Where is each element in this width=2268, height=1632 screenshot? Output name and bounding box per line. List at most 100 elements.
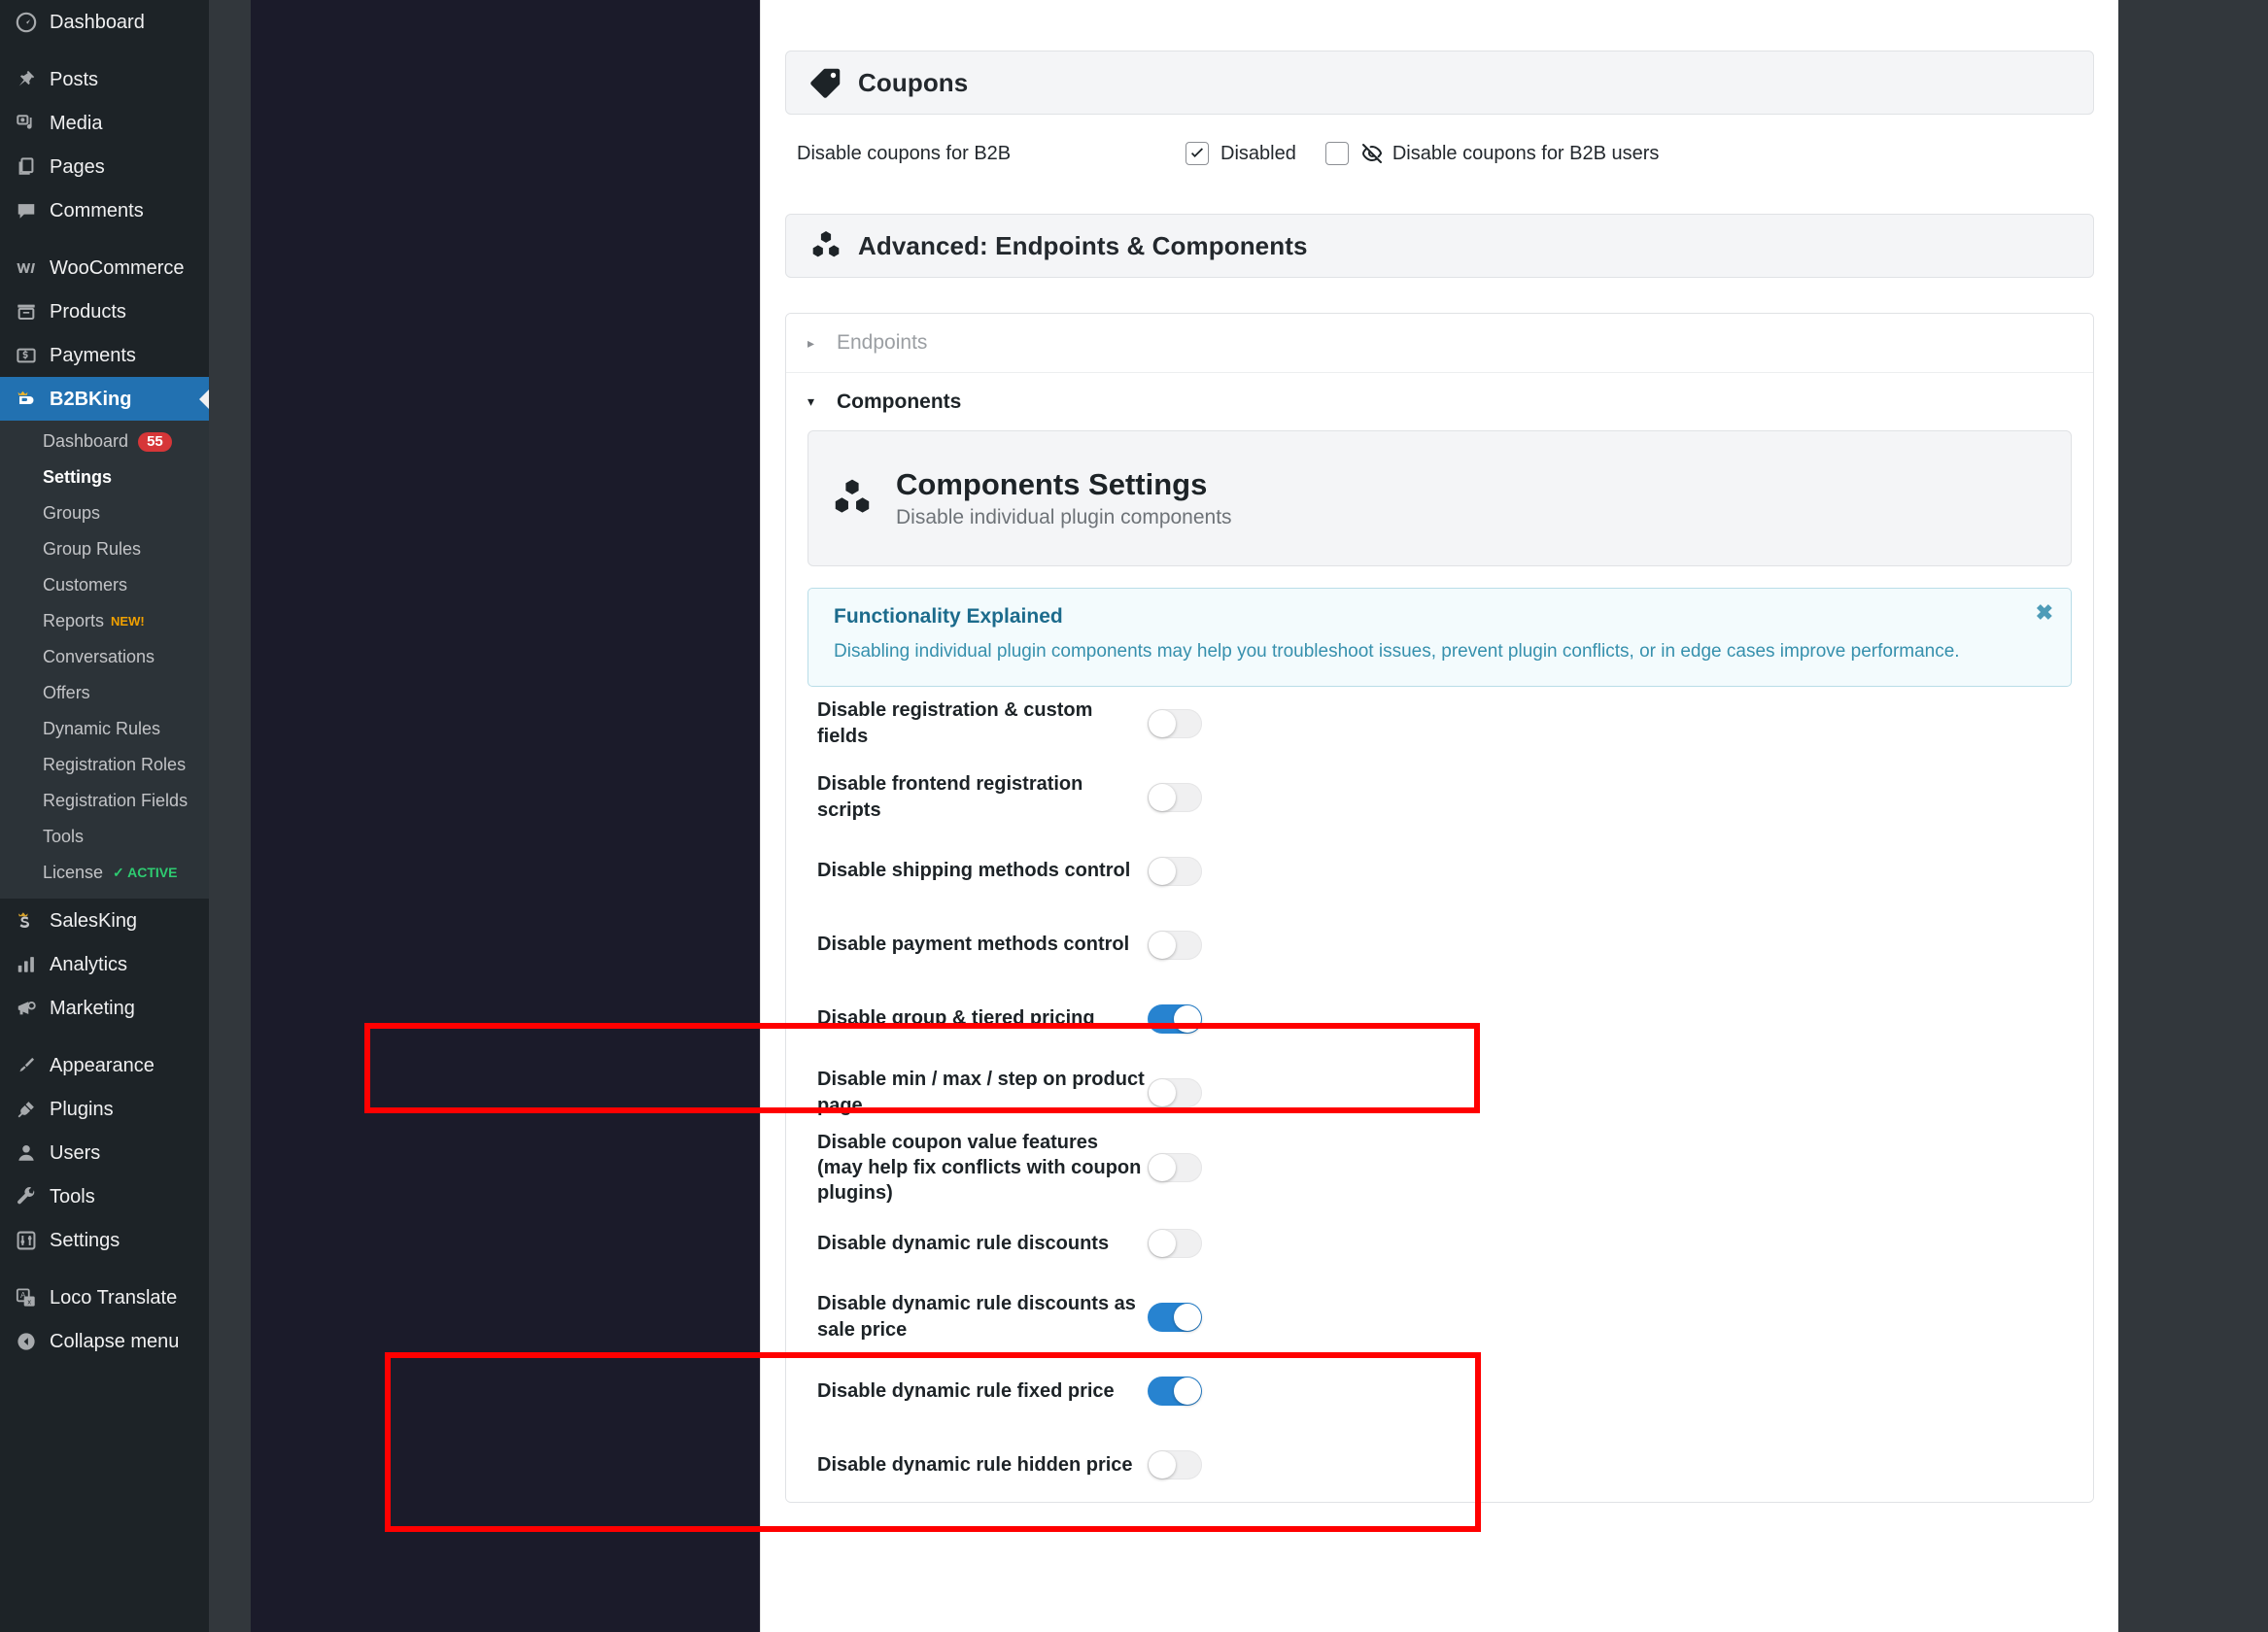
sidebar-item-salesking[interactable]: SalesKing	[0, 899, 209, 942]
comment-icon	[12, 200, 41, 221]
sidebar-subitem-label: Registration Roles	[43, 755, 187, 774]
sidebar-subitem-conversations[interactable]: Conversations	[0, 639, 209, 675]
sidebar-current-menu: B2BKing	[0, 377, 209, 421]
sidebar-subitem-settings[interactable]: Settings	[0, 459, 209, 495]
toggle-switch[interactable]	[1148, 930, 1202, 960]
appearance-icon	[12, 1055, 41, 1076]
close-icon[interactable]: ✖	[2036, 602, 2053, 624]
sidebar-item-products[interactable]: Products	[0, 289, 209, 333]
toggle-row: Disable shipping methods control	[808, 834, 2072, 908]
sidebar-item-label: Marketing	[50, 997, 135, 1019]
sidebar-subitem-reports[interactable]: Reports NEW!	[0, 603, 209, 639]
toggle-row: Disable dynamic rule hidden price	[808, 1428, 2072, 1502]
toggle-switch[interactable]	[1148, 1449, 1202, 1479]
notice-title: Functionality Explained	[834, 605, 1063, 628]
accordion-row-components[interactable]: ▾ Components	[786, 372, 2093, 430]
components-settings-header: Components Settings Disable individual p…	[808, 430, 2072, 566]
toggle-switch[interactable]	[1148, 1003, 1202, 1034]
sidebar-subitem-group-rules[interactable]: Group Rules	[0, 531, 209, 567]
sidebar-subitem-registration-fields[interactable]: Registration Fields	[0, 783, 209, 819]
toggle-row: Disable dynamic rule discounts as sale p…	[808, 1280, 2072, 1354]
toggle-switch[interactable]	[1148, 1153, 1202, 1183]
svg-text:x: x	[27, 1297, 31, 1306]
toggle-row: Disable group & tiered pricing	[808, 982, 2072, 1056]
sidebar-item-appearance[interactable]: Appearance	[0, 1043, 209, 1087]
sidebar-subitem-dashboard[interactable]: Dashboard 55	[0, 424, 209, 459]
pin-icon	[12, 69, 41, 90]
toggle-switch[interactable]	[1148, 708, 1202, 738]
toggle-switch[interactable]	[1148, 1302, 1202, 1332]
sidebar-subitem-groups[interactable]: Groups	[0, 495, 209, 531]
page-backdrop	[251, 0, 760, 1632]
sidebar-subitem-label: Registration Fields	[43, 791, 189, 810]
sidebar-item-marketing[interactable]: Marketing	[0, 986, 209, 1030]
sidebar-item-payments[interactable]: Payments	[0, 333, 209, 377]
coupons-panel-header: Coupons	[785, 51, 2094, 115]
components-toggle-list: Disable registration & custom fields Disa…	[808, 687, 2072, 1502]
sidebar-item-label: Collapse menu	[50, 1330, 180, 1352]
toggle-switch[interactable]	[1148, 1077, 1202, 1107]
disable-coupons-field-row: Disable coupons for B2B Disabled Disable…	[785, 115, 2094, 181]
sidebar-subitem-label: Dynamic Rules	[43, 719, 161, 738]
sidebar-item-label: Appearance	[50, 1054, 155, 1076]
settings-icon	[12, 1230, 41, 1251]
sidebar-item-settings[interactable]: Settings	[0, 1218, 209, 1262]
sidebar-subitem-license[interactable]: License ✓ ACTIVE	[0, 855, 209, 891]
sidebar-item-label: Payments	[50, 344, 136, 366]
sidebar-subitem-tools[interactable]: Tools	[0, 819, 209, 855]
sidebar-license-status: ✓ ACTIVE	[113, 865, 178, 880]
toggle-knob	[1149, 709, 1176, 737]
coupons-disabled-label: Disabled	[1220, 142, 1296, 164]
tag-icon	[808, 64, 844, 101]
toggle-switch[interactable]	[1148, 1228, 1202, 1258]
sidebar-item-tools[interactable]: Tools	[0, 1174, 209, 1218]
toggle-label: Disable min / max / step on product page	[817, 1069, 1145, 1116]
toggle-switch[interactable]	[1148, 1376, 1202, 1406]
sidebar-item-plugins[interactable]: Plugins	[0, 1087, 209, 1131]
sidebar-item-media[interactable]: Media	[0, 101, 209, 145]
cubes-icon	[808, 227, 844, 264]
toggle-label: Disable dynamic rule fixed price	[817, 1379, 1115, 1402]
toggle-row: Disable registration & custom fields	[808, 687, 2072, 761]
sidebar-badge-count: 55	[138, 431, 172, 452]
sidebar-item-collapse-menu[interactable]: Collapse menu	[0, 1319, 209, 1363]
sidebar-subitem-label: Conversations	[43, 647, 155, 666]
sidebar-item-analytics[interactable]: Analytics	[0, 942, 209, 986]
toggle-row: Disable coupon value features (may help …	[808, 1130, 2072, 1207]
sidebar-item-posts[interactable]: Posts	[0, 57, 209, 101]
sidebar-item-users[interactable]: Users	[0, 1131, 209, 1174]
toggle-knob	[1149, 783, 1176, 811]
functionality-explained-notice: Functionality Explained Disabling indivi…	[808, 588, 2072, 687]
coupons-disabled-checkbox[interactable]	[1186, 142, 1209, 165]
coupons-b2b-users-checkbox[interactable]	[1324, 142, 1349, 165]
sidebar-item-pages[interactable]: Pages	[0, 145, 209, 188]
sidebar-subitem-label: Offers	[43, 683, 90, 702]
sidebar-item-b2bking[interactable]: B2BKing	[0, 377, 209, 421]
toggle-knob	[1174, 1303, 1201, 1331]
toggle-label: Disable dynamic rule discounts	[817, 1232, 1110, 1254]
toggle-knob	[1149, 1078, 1176, 1106]
sidebar-item-label: Comments	[50, 199, 144, 221]
collapse-icon	[12, 1331, 41, 1352]
sidebar-subitem-label: License	[43, 863, 104, 882]
sidebar-subitem-dynamic-rules[interactable]: Dynamic Rules	[0, 711, 209, 747]
sidebar-item-label: Dashboard	[50, 11, 145, 33]
accordion-row-endpoints[interactable]: ▸ Endpoints	[786, 314, 2093, 372]
notice-text: Disabling individual plugin components m…	[834, 641, 1960, 662]
sidebar-separator	[0, 1030, 209, 1043]
sidebar-item-woocommerce[interactable]: WooCommerce	[0, 246, 209, 289]
sidebar-subitem-registration-roles[interactable]: Registration Roles	[0, 747, 209, 783]
toggle-label: Disable payment methods control	[817, 934, 1130, 956]
sidebar-subitem-label: Groups	[43, 503, 101, 523]
sidebar-item-dashboard[interactable]: Dashboard	[0, 0, 209, 44]
sidebar-subitem-customers[interactable]: Customers	[0, 567, 209, 603]
sidebar-subitem-offers[interactable]: Offers	[0, 675, 209, 711]
advanced-panel-title: Advanced: Endpoints & Components	[858, 230, 1308, 260]
cubes-icon	[830, 477, 875, 520]
sidebar-item-comments[interactable]: Comments	[0, 188, 209, 232]
marketing-icon	[12, 998, 41, 1019]
toggle-switch[interactable]	[1148, 782, 1202, 812]
sidebar-item-loco-translate[interactable]: Ax Loco Translate	[0, 1275, 209, 1319]
toggle-switch[interactable]	[1148, 856, 1202, 886]
accordion-label-endpoints: Endpoints	[837, 331, 928, 354]
